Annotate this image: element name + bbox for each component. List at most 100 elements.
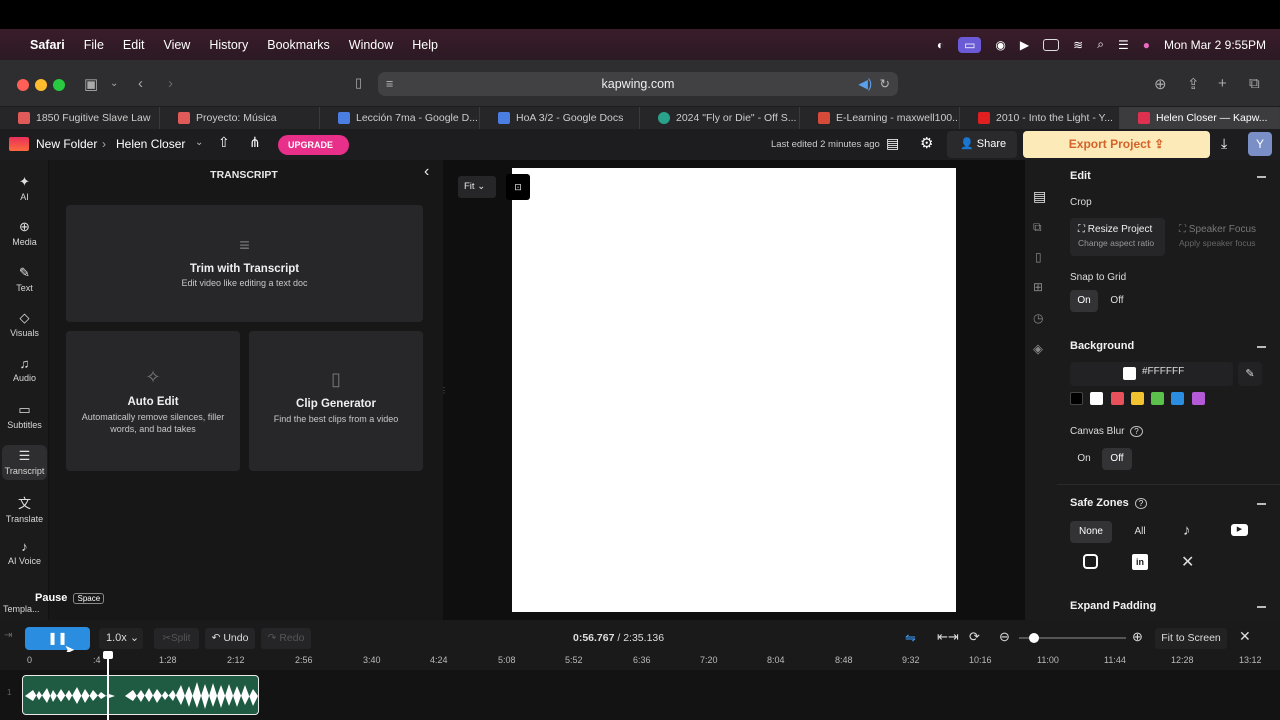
- help-icon[interactable]: ?: [1134, 498, 1148, 509]
- sidebar-item-ai[interactable]: ✦ AI: [0, 174, 49, 202]
- upgrade-button[interactable]: UPGRADE: [278, 135, 349, 155]
- undo-button[interactable]: ↶ Undo: [205, 628, 255, 649]
- snap-off-button[interactable]: Off: [1103, 290, 1131, 312]
- swatch-red[interactable]: [1111, 392, 1124, 405]
- pause-button[interactable]: ❚❚: [25, 627, 90, 650]
- trim-with-transcript-card[interactable]: ≡ Trim with Transcript Edit video like e…: [66, 205, 423, 322]
- close-window-button[interactable]: [17, 79, 29, 91]
- sidebar-item-translate[interactable]: 文 Translate: [0, 493, 49, 524]
- battery-icon[interactable]: [1043, 38, 1060, 51]
- sidebar-item-text[interactable]: ✎ Text: [0, 265, 49, 293]
- menu-help[interactable]: Help: [412, 38, 438, 52]
- expand-icon[interactable]: ⇥: [4, 630, 12, 641]
- sidebar-item-media[interactable]: ⊕ Media: [0, 219, 49, 247]
- download-icon[interactable]: ⤓: [1221, 135, 1227, 152]
- safe-zone-none-button[interactable]: None: [1070, 521, 1112, 543]
- swatch-green[interactable]: [1151, 392, 1164, 405]
- menubar-clock[interactable]: Mon Mar 2 9:55PM: [1164, 38, 1266, 52]
- fit-timeline-icon[interactable]: ⇤⇥: [937, 629, 959, 645]
- sidebar-item-subtitles[interactable]: ▭ Subtitles: [0, 402, 49, 430]
- instagram-icon[interactable]: [1083, 554, 1098, 569]
- swatch-black[interactable]: [1070, 392, 1083, 405]
- reader-icon[interactable]: ≡: [386, 72, 393, 96]
- chevron-down-icon[interactable]: ⌄: [110, 78, 118, 89]
- menu-window[interactable]: Window: [349, 38, 393, 52]
- tab[interactable]: HoA 3/2 - Google Docs: [480, 107, 640, 129]
- video-canvas[interactable]: [512, 168, 956, 612]
- loop-icon[interactable]: ⟳: [969, 629, 980, 645]
- zoom-slider-handle[interactable]: [1029, 633, 1039, 643]
- reload-icon[interactable]: ↻: [880, 72, 890, 96]
- collapse-panel-icon[interactable]: ‹: [424, 163, 429, 181]
- settings-gear-icon[interactable]: ⚙: [920, 134, 933, 152]
- sidebar-item-audio[interactable]: ♫ Audio: [0, 356, 49, 383]
- eyedropper-icon[interactable]: ✎: [1238, 362, 1262, 386]
- auto-edit-card[interactable]: ✧ Auto Edit Automatically remove silence…: [66, 331, 240, 471]
- blur-on-button[interactable]: On: [1070, 448, 1098, 470]
- new-tab-icon[interactable]: +: [1218, 75, 1227, 92]
- layers-copy-icon[interactable]: ⧉: [1033, 220, 1042, 235]
- play-icon[interactable]: ▶: [1020, 38, 1029, 52]
- swatch-yellow[interactable]: [1131, 392, 1144, 405]
- timeline-ruler[interactable]: 0 :4 1:28 2:12 2:56 3:40 4:24 5:08 5:52 …: [0, 652, 1280, 670]
- zoom-out-icon[interactable]: ⊖: [999, 629, 1010, 645]
- minimize-window-button[interactable]: [35, 79, 47, 91]
- search-icon[interactable]: ⌕: [1097, 37, 1104, 52]
- comment-icon[interactable]: ▤: [886, 135, 899, 152]
- url-text[interactable]: kapwing.com: [602, 77, 675, 91]
- snap-magnet-icon[interactable]: ⇋: [905, 630, 916, 646]
- collapse-icon[interactable]: [1257, 346, 1266, 348]
- grid-icon[interactable]: ⊞: [1033, 280, 1043, 294]
- wifi-icon[interactable]: ≋: [1073, 38, 1083, 52]
- snap-on-button[interactable]: On: [1070, 290, 1098, 312]
- breadcrumb-folder[interactable]: New Folder: [36, 137, 97, 151]
- swatch-white[interactable]: [1090, 392, 1103, 405]
- sidebar-item-transcript[interactable]: ☰ Transcript: [2, 445, 47, 480]
- tab[interactable]: 2010 - Into the Light - Y...: [960, 107, 1120, 129]
- sidebar-toggle-icon[interactable]: ▣: [84, 75, 98, 93]
- background-color-input[interactable]: #FFFFFF: [1070, 362, 1233, 386]
- export-project-button[interactable]: Export Project ⇪: [1023, 131, 1210, 158]
- playhead[interactable]: [107, 653, 109, 720]
- speed-dropdown[interactable]: 1.0x ⌄: [99, 628, 143, 649]
- resize-handle-icon[interactable]: ⋮: [440, 386, 448, 395]
- menu-bookmarks[interactable]: Bookmarks: [267, 38, 330, 52]
- layers-icon[interactable]: ◈: [1033, 341, 1043, 357]
- menu-view[interactable]: View: [163, 38, 190, 52]
- audio-playing-icon[interactable]: ◀): [858, 72, 872, 96]
- tiktok-icon[interactable]: ♪: [1183, 522, 1191, 539]
- tab[interactable]: Lección 7ma - Google D...: [320, 107, 480, 129]
- tab-overview-icon[interactable]: ⧉: [1249, 75, 1260, 92]
- menu-edit[interactable]: Edit: [123, 38, 145, 52]
- audio-clip[interactable]: [22, 675, 259, 715]
- clip-generator-card[interactable]: ▯ Clip Generator Find the best clips fro…: [249, 331, 423, 471]
- zoom-window-button[interactable]: [53, 79, 65, 91]
- help-icon[interactable]: ?: [1130, 426, 1143, 437]
- tab[interactable]: E-Learning - maxwell100...: [800, 107, 960, 129]
- fit-to-screen-button[interactable]: Fit to Screen: [1155, 628, 1227, 649]
- screen-share-icon[interactable]: ▭: [958, 36, 982, 53]
- youtube-icon[interactable]: ▶: [1231, 524, 1248, 536]
- status-icon[interactable]: ◐: [937, 38, 944, 52]
- control-center-icon[interactable]: ☰: [1118, 38, 1129, 52]
- share-button[interactable]: 👤 Share: [947, 131, 1017, 158]
- timer-icon[interactable]: ◷: [1033, 311, 1043, 325]
- collapse-icon[interactable]: [1257, 503, 1266, 505]
- collapse-icon[interactable]: [1257, 606, 1266, 608]
- magic-icon[interactable]: ⋔: [249, 134, 261, 151]
- vpn-icon[interactable]: ◉: [995, 38, 1005, 52]
- menu-app[interactable]: Safari: [30, 38, 65, 52]
- collapse-icon[interactable]: [1257, 176, 1266, 178]
- avatar[interactable]: Y: [1248, 132, 1272, 156]
- sidebar-item-templates[interactable]: Templa...: [0, 604, 49, 614]
- tab[interactable]: 1850 Fugitive Slave Law: [0, 107, 160, 129]
- sidebar-item-ai-voice[interactable]: ♪ AI Voice: [0, 539, 49, 566]
- blur-off-button[interactable]: Off: [1102, 448, 1132, 470]
- back-icon[interactable]: ‹: [138, 75, 143, 92]
- swatch-purple[interactable]: [1192, 392, 1205, 405]
- linkedin-icon[interactable]: in: [1132, 554, 1148, 570]
- tab[interactable]: Proyecto: Música: [160, 107, 320, 129]
- close-icon[interactable]: ✕: [1239, 628, 1251, 645]
- share-icon[interactable]: ⇪: [1187, 75, 1200, 93]
- sidebar-item-visuals[interactable]: ◇ Visuals: [0, 310, 49, 338]
